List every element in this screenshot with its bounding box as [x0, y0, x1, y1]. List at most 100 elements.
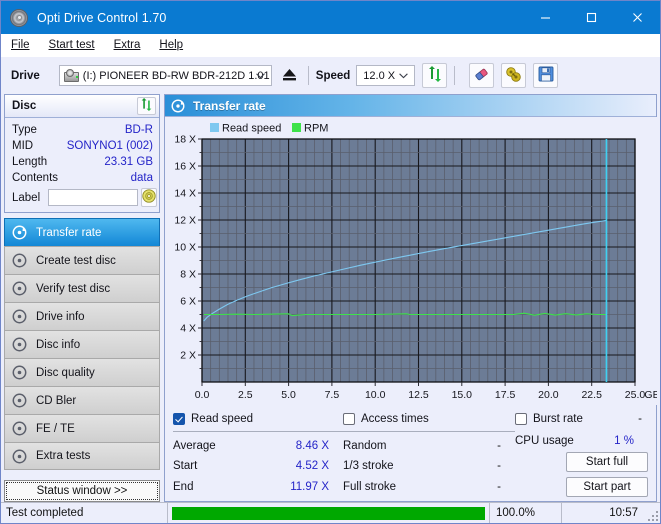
speed-select[interactable]: 12.0 X	[356, 65, 416, 86]
menu-help-label: Help	[159, 39, 184, 51]
sidebar-nav: Transfer rate Create test disc Verify te…	[4, 218, 160, 470]
random-value: -	[497, 439, 501, 452]
sidebar-item-disc-info[interactable]: Disc info	[4, 330, 160, 358]
svg-text:6 X: 6 X	[180, 296, 196, 308]
sidebar-item-disc-quality[interactable]: Disc quality	[4, 358, 160, 386]
menu-item-help[interactable]: Help	[158, 37, 184, 53]
menu-item-start-test[interactable]: Start test	[48, 37, 96, 53]
svg-text:10.0: 10.0	[365, 389, 386, 401]
status-window-button[interactable]: Status window >>	[4, 480, 160, 502]
elapsed-time: 10:57	[609, 507, 638, 519]
stat-row-random: Random -	[343, 436, 515, 456]
start-part-button[interactable]: Start part	[566, 476, 648, 497]
disc-mid-key: MID	[12, 140, 34, 152]
menu-item-extra[interactable]: Extra	[113, 37, 142, 53]
progress-bar	[167, 503, 490, 523]
main-body: Disc Type BD-R MID SONYNO1 (002) Length …	[1, 94, 660, 502]
access-times-checkbox[interactable]	[343, 413, 355, 426]
burst-rate-checkbox-row[interactable]: Burst rate -	[515, 411, 648, 427]
close-icon[interactable]	[614, 1, 660, 34]
panel-title: Transfer rate	[193, 98, 266, 113]
disc-length-key: Length	[12, 156, 48, 168]
drive-select[interactable]: (I:) PIONEER BD-RW BDR-212D 1.01	[58, 65, 272, 86]
sidebar-item-label: FE / TE	[36, 422, 75, 435]
stat-row-average: Average 8.46 X	[173, 436, 343, 456]
burst-rate-checkbox[interactable]	[515, 413, 527, 426]
eject-button[interactable]	[278, 65, 301, 86]
divider	[343, 430, 515, 432]
divider	[173, 430, 343, 432]
full-stroke-value: -	[497, 480, 501, 493]
svg-text:4 X: 4 X	[180, 323, 196, 335]
drive-select-value: (I:) PIONEER BD-RW BDR-212D 1.01	[82, 69, 270, 82]
save-button[interactable]	[533, 63, 559, 88]
disc-icon	[12, 309, 27, 324]
drive-icon	[63, 69, 79, 82]
svg-text:18 X: 18 X	[174, 134, 196, 146]
stats-column-access-times: Access times Random - 1/3 stroke - Full …	[343, 411, 515, 497]
refresh-icon	[140, 98, 153, 114]
transfer-rate-chart: 2 X 4 X 6 X 8 X 10 X 12 X 14 X 16 X 18 X 0.0 2.5 5.…	[165, 117, 657, 405]
sidebar-item-label: Drive info	[36, 310, 85, 323]
svg-text:2.5: 2.5	[238, 389, 253, 401]
disc-icon	[10, 8, 28, 27]
sidebar-item-transfer-rate[interactable]: Transfer rate	[4, 218, 160, 246]
menu-start-test-label: Start test	[48, 39, 95, 51]
sidebar-item-extra-tests[interactable]: Extra tests	[4, 442, 160, 470]
sidebar-item-label: Disc quality	[36, 366, 95, 379]
cpu-usage-value: 1 %	[614, 435, 634, 448]
start-part-label: Start part	[583, 480, 631, 493]
svg-text:16 X: 16 X	[174, 161, 196, 173]
sidebar-item-fe-te[interactable]: FE / TE	[4, 414, 160, 442]
read-speed-checkbox-row[interactable]: Read speed	[173, 411, 343, 428]
access-times-checkbox-row[interactable]: Access times	[343, 411, 515, 428]
resize-grip[interactable]	[646, 503, 660, 523]
menu-item-file[interactable]: File	[10, 37, 31, 53]
stat-row-third-stroke: 1/3 stroke -	[343, 456, 515, 476]
disc-row-type: Type BD-R	[12, 122, 153, 138]
minimize-icon[interactable]	[522, 1, 568, 34]
refresh-button[interactable]	[422, 63, 448, 88]
sidebar-item-drive-info[interactable]: Drive info	[4, 302, 160, 330]
drive-label: Drive	[11, 69, 40, 82]
svg-text:17.5: 17.5	[495, 389, 516, 401]
disc-length-value: 23.31 GB	[104, 156, 153, 168]
sidebar-item-create-test-disc[interactable]: Create test disc	[4, 246, 160, 274]
disc-refresh-button[interactable]	[137, 97, 156, 115]
chart-canvas: 2 X 4 X 6 X 8 X 10 X 12 X 14 X 16 X 18 X 0.0 2.5 5.…	[165, 117, 657, 405]
disc-icon	[12, 225, 27, 240]
disc-info-rows: Type BD-R MID SONYNO1 (002) Length 23.31…	[5, 118, 159, 212]
svg-text:25.0: 25.0	[625, 389, 646, 401]
svg-text:2 X: 2 X	[180, 350, 196, 362]
sidebar-item-verify-test-disc[interactable]: Verify test disc	[4, 274, 160, 302]
disc-contents-key: Contents	[12, 172, 59, 184]
sidebar-item-label: Extra tests	[36, 450, 91, 462]
tools-button[interactable]	[501, 63, 527, 88]
disc-icon	[12, 253, 27, 268]
toolbar-divider-2	[454, 66, 456, 85]
eject-icon	[281, 67, 298, 85]
eraser-button[interactable]	[469, 63, 495, 88]
read-speed-checkbox[interactable]	[173, 413, 185, 426]
chevron-down-icon	[399, 70, 409, 82]
disc-type-key: Type	[12, 124, 37, 136]
maximize-icon[interactable]	[568, 1, 614, 34]
menu-bar: File Start test Extra Help	[1, 34, 660, 57]
sidebar-item-cd-bler[interactable]: CD Bler	[4, 386, 160, 414]
start-full-label: Start full	[585, 455, 629, 468]
disc-label-button[interactable]	[141, 188, 158, 207]
start-key: Start	[173, 460, 198, 473]
tools-icon	[505, 66, 522, 86]
stat-row-start: Start 4.52 X	[173, 456, 343, 476]
disc-label-input[interactable]	[48, 189, 139, 206]
speed-select-value: 12.0 X	[363, 69, 396, 82]
start-full-button[interactable]: Start full	[566, 451, 648, 472]
disc-info-header: Disc	[5, 95, 159, 118]
disc-label-row: Label	[12, 188, 158, 207]
right-panel: Transfer rate 2 X 4 X 6 X 8 X 10 X 12 X 14 X 16…	[164, 94, 657, 502]
sidebar-item-label: Create test disc	[36, 254, 116, 267]
disc-row-mid: MID SONYNO1 (002)	[12, 138, 153, 154]
refresh-icon	[427, 66, 443, 85]
average-key: Average	[173, 439, 216, 452]
